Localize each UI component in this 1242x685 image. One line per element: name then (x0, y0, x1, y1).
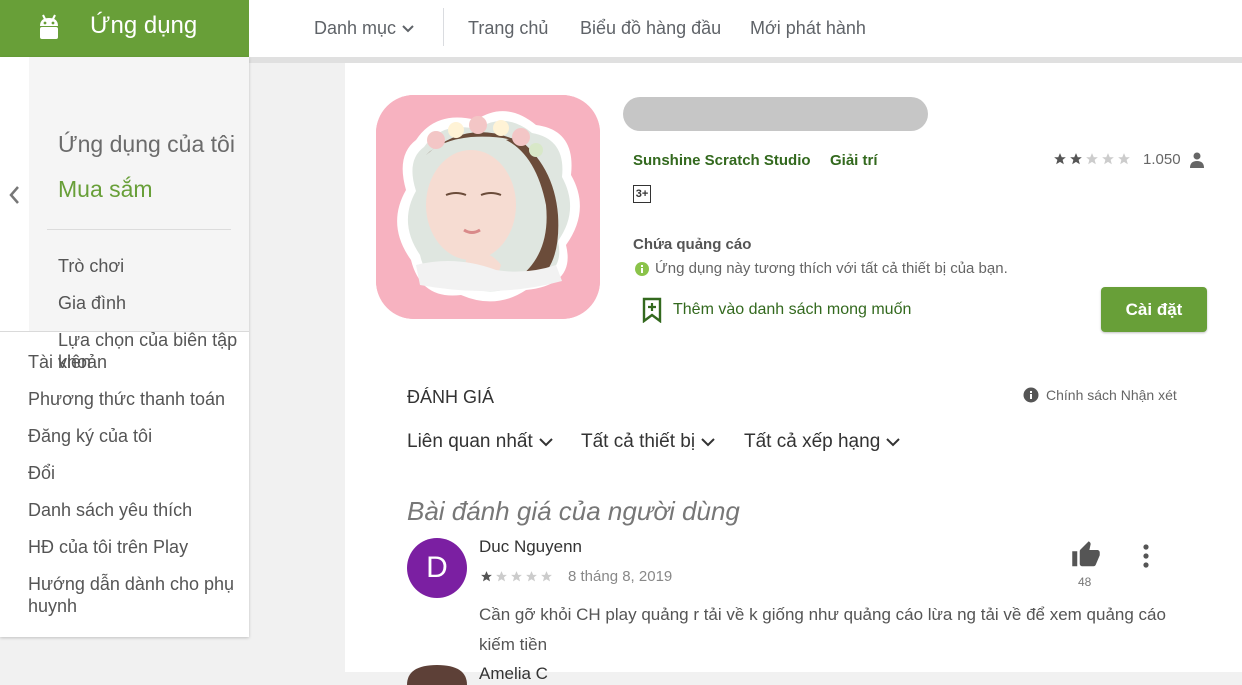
person-icon (1190, 152, 1204, 168)
reviewer-avatar (407, 665, 467, 685)
nav-divider (443, 8, 444, 46)
app-title-redacted (623, 97, 928, 131)
install-button[interactable]: Cài đặt (1101, 287, 1207, 332)
chevron-down-icon (886, 438, 900, 447)
brand-apps[interactable]: Ứng dụng (0, 0, 249, 57)
top-bar: Ứng dụng Danh mục Trang chủ Biểu đồ hàng… (0, 0, 1242, 58)
star-icon (526, 571, 537, 582)
sidebar-item-payment-methods[interactable]: Phương thức thanh toán (28, 388, 225, 410)
sidebar-item-shop[interactable]: Mua sắm (58, 176, 153, 203)
star-icon (511, 571, 522, 582)
reviewer-name: Duc Nguyenn (479, 537, 583, 556)
more-vert-icon[interactable] (1140, 543, 1152, 569)
star-icon (481, 571, 492, 582)
review-policy-link[interactable]: Chính sách Nhận xét (1023, 387, 1177, 403)
add-to-wishlist-button[interactable]: Thêm vào danh sách mong muốn (641, 297, 911, 323)
compatibility-text: Ứng dụng này tương thích với tất cả thiế… (655, 260, 1008, 277)
rating-filter-dropdown[interactable]: Tất cả xếp hạng (744, 431, 900, 453)
star-icon (1070, 153, 1082, 165)
sidebar-item-redeem[interactable]: Đổi (28, 462, 55, 484)
star-icon (1054, 153, 1066, 165)
nav-category-label: Danh mục (314, 18, 397, 38)
review-stars (480, 570, 553, 583)
sidebar-item-wishlist[interactable]: Danh sách yêu thích (28, 499, 192, 521)
star-icon (1118, 153, 1130, 165)
star-icon (541, 571, 552, 582)
nav-home-link[interactable]: Trang chủ (468, 0, 548, 57)
sort-filter-label: Liên quan nhất (407, 431, 533, 452)
sidebar-item-my-apps[interactable]: Ứng dụng của tôi (58, 131, 235, 158)
sidebar-divider (47, 229, 231, 230)
user-reviews-title: Bài đánh giá của người dùng (407, 496, 740, 526)
chevron-left-icon[interactable] (7, 184, 21, 206)
review-date: 8 tháng 8, 2019 (568, 568, 673, 585)
reviewer-name: Amelia C (479, 664, 548, 683)
android-icon (40, 14, 58, 39)
star-icon (496, 571, 507, 582)
wishlist-label: Thêm vào danh sách mong muốn (673, 301, 912, 318)
chevron-down-icon (701, 438, 715, 447)
rating-filter-label: Tất cả xếp hạng (744, 431, 881, 452)
sidebar-item-parent-guide[interactable]: Hướng dẫn dành cho phụ huynh (28, 573, 238, 617)
review-text: Cần gỡ khỏi CH play quảng r tải về k giố… (479, 605, 1166, 654)
age-rating-badge: 3+ (633, 185, 651, 203)
nav-new-releases-link[interactable]: Mới phát hành (750, 0, 866, 57)
brand-label: Ứng dụng (90, 12, 198, 39)
developer-link[interactable]: Sunshine Scratch Studio (633, 152, 811, 169)
info-icon (1023, 387, 1039, 403)
sidebar-item-games[interactable]: Trò chơi (58, 255, 124, 277)
reviews-heading: ĐÁNH GIÁ (407, 387, 495, 407)
sidebar-item-subscriptions[interactable]: Đăng ký của tôi (28, 425, 152, 447)
app-icon-artwork (376, 95, 600, 319)
sidebar-divider (0, 331, 249, 332)
star-icon (1086, 153, 1098, 165)
chevron-down-icon (402, 24, 414, 32)
reviewer-avatar: D (407, 538, 467, 598)
category-link[interactable]: Giải trí (830, 152, 878, 169)
review-policy-label: Chính sách Nhận xét (1046, 387, 1177, 403)
device-filter-dropdown[interactable]: Tất cả thiết bị (581, 431, 715, 453)
bookmark-add-icon (642, 297, 662, 323)
sidebar-item-account[interactable]: Tài khoản (28, 351, 107, 373)
sidebar-item-play-activity[interactable]: HĐ của tôi trên Play (28, 536, 188, 558)
rating-count: 1.050 (1143, 151, 1181, 168)
thumbs-up-icon[interactable] (1071, 540, 1101, 570)
info-icon (635, 261, 649, 276)
sidebar: Ứng dụng của tôi Mua sắm Trò chơi Gia đì… (0, 57, 249, 637)
device-filter-label: Tất cả thiết bị (581, 431, 696, 452)
compatibility-note: Ứng dụng này tương thích với tất cả thiế… (634, 260, 1008, 277)
sidebar-item-family[interactable]: Gia đình (58, 292, 126, 314)
contains-ads-label: Chứa quảng cáo (633, 236, 752, 253)
nav-top-charts-link[interactable]: Biểu đồ hàng đầu (580, 0, 721, 57)
app-rating-stars (1053, 152, 1131, 166)
nav-category-dropdown[interactable]: Danh mục (314, 0, 414, 57)
helpful-count: 48 (1078, 575, 1092, 589)
sort-filter-dropdown[interactable]: Liên quan nhất (407, 431, 553, 453)
chevron-down-icon (539, 438, 553, 447)
app-icon (376, 95, 600, 319)
star-icon (1102, 153, 1114, 165)
